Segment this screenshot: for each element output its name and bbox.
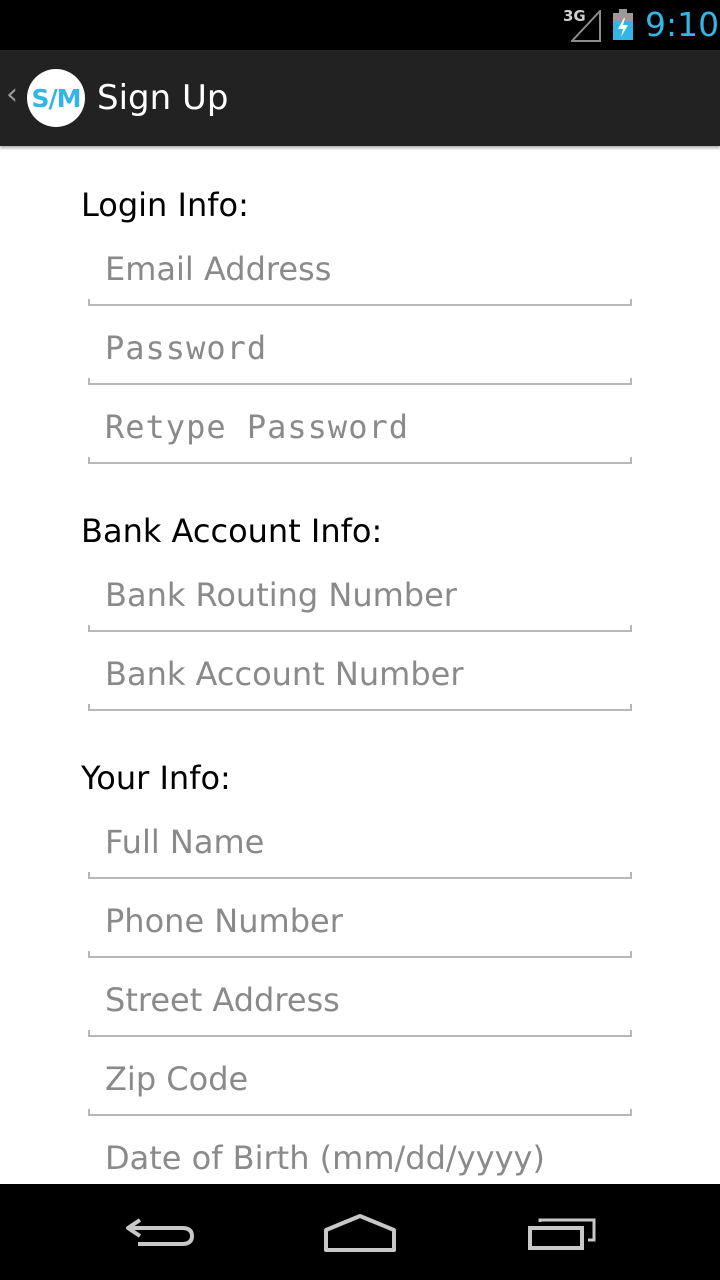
full-name-field[interactable]: Full Name [88,817,632,879]
phone-placeholder: Phone Number [105,902,343,940]
retype-password-underline [88,457,632,464]
app-logo[interactable]: S/M [27,69,85,127]
password-underline [88,378,632,385]
bank-info-heading: Bank Account Info: [81,512,383,550]
recent-apps-icon[interactable] [502,1200,622,1264]
cell-signal-icon [571,10,601,42]
bank-account-underline [88,704,632,711]
retype-password-field[interactable]: Retype Password [88,402,632,464]
battery-charging-icon [613,9,633,40]
app-logo-text: S/M [31,83,81,113]
email-placeholder: Email Address [105,250,332,288]
zip-code-placeholder: Zip Code [105,1060,249,1098]
street-address-placeholder: Street Address [105,981,340,1019]
back-arrow-icon[interactable] [100,1200,220,1264]
street-address-field[interactable]: Street Address [88,975,632,1037]
back-caret-icon[interactable]: ‹ [6,80,18,110]
phone-underline [88,951,632,958]
full-name-placeholder: Full Name [105,823,265,861]
retype-password-placeholder: Retype Password [105,408,409,446]
page-title: Sign Up [97,78,229,118]
home-icon[interactable] [300,1200,420,1264]
your-info-heading: Your Info: [81,759,231,797]
zip-code-field[interactable]: Zip Code [88,1054,632,1116]
email-underline [88,299,632,306]
bank-routing-placeholder: Bank Routing Number [105,576,457,614]
phone-field[interactable]: Phone Number [88,896,632,958]
street-address-underline [88,1030,632,1037]
date-of-birth-placeholder: Date of Birth (mm/dd/yyyy) [105,1139,545,1177]
password-placeholder: Password [105,329,268,367]
bank-routing-underline [88,625,632,632]
bank-account-placeholder: Bank Account Number [105,655,464,693]
login-info-heading: Login Info: [81,186,249,224]
bank-account-field[interactable]: Bank Account Number [88,649,632,711]
status-time: 9:10 [645,5,720,44]
full-name-underline [88,872,632,879]
bank-routing-field[interactable]: Bank Routing Number [88,570,632,632]
zip-code-underline [88,1109,632,1116]
password-field[interactable]: Password [88,323,632,385]
email-field[interactable]: Email Address [88,244,632,306]
